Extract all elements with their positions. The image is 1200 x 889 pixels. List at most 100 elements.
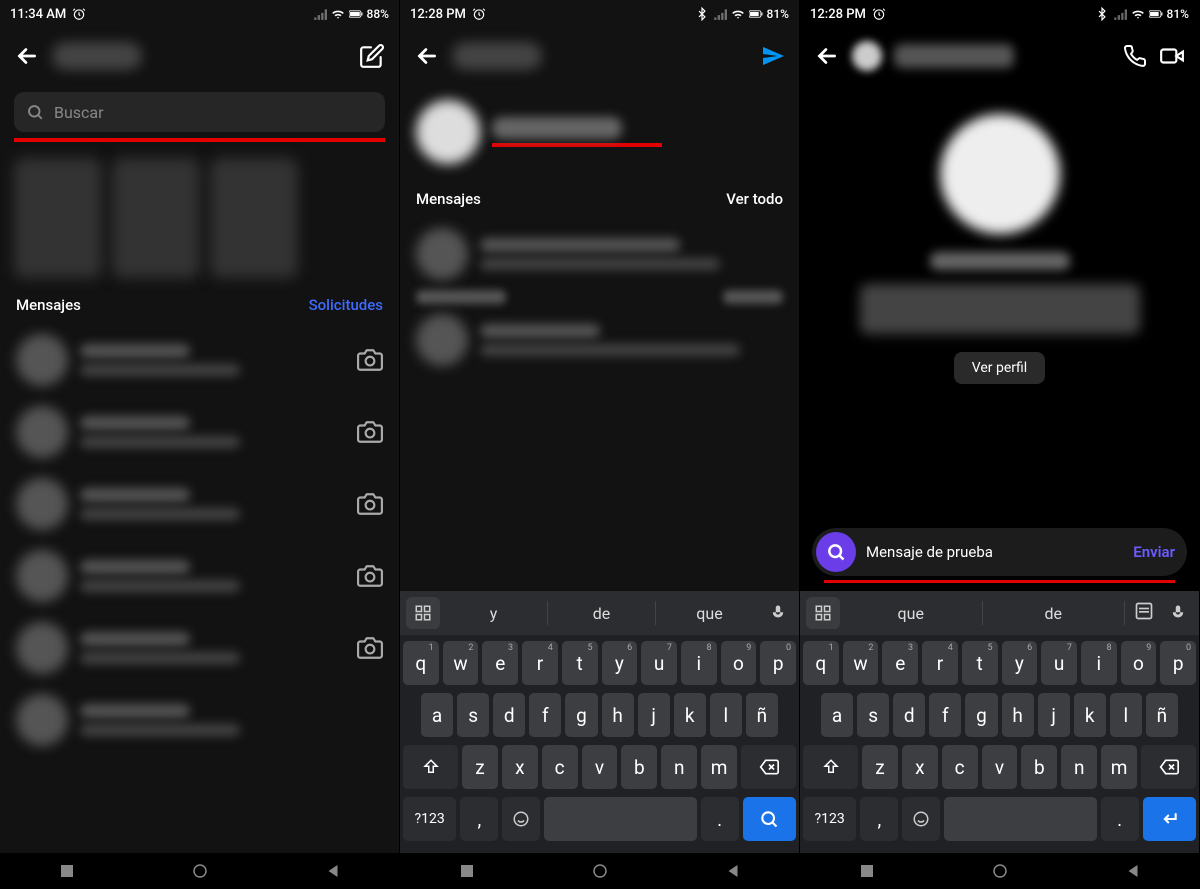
key-enter[interactable] (1143, 797, 1196, 841)
key-w[interactable]: w2 (443, 641, 479, 685)
back-icon[interactable] (814, 43, 840, 69)
key-q[interactable]: q1 (803, 641, 839, 685)
key-w[interactable]: w2 (843, 641, 879, 685)
key-r[interactable]: r4 (522, 641, 558, 685)
video-call-icon[interactable] (1159, 43, 1185, 69)
key-comma[interactable]: , (860, 797, 898, 841)
key-z[interactable]: z (862, 745, 898, 789)
camera-icon[interactable] (357, 635, 383, 661)
nav-back-icon[interactable] (1124, 862, 1142, 880)
key-e[interactable]: e3 (482, 641, 518, 685)
story-item[interactable] (112, 158, 200, 278)
key-shift[interactable] (403, 745, 458, 789)
key-l[interactable]: l (1110, 693, 1142, 737)
back-icon[interactable] (14, 43, 40, 69)
mic-icon[interactable] (1163, 604, 1193, 622)
message-text-field[interactable] (866, 543, 1123, 561)
key-f[interactable]: f (929, 693, 961, 737)
nav-back-icon[interactable] (724, 862, 742, 880)
key-j[interactable]: j (638, 693, 670, 737)
key-u[interactable]: u7 (641, 641, 677, 685)
key-c[interactable]: c (542, 745, 578, 789)
key-dot[interactable]: . (701, 797, 739, 841)
key-backspace[interactable] (741, 745, 796, 789)
key-y[interactable]: y6 (1002, 641, 1038, 685)
key-emoji[interactable] (502, 797, 540, 841)
story-item[interactable] (14, 158, 102, 278)
key-m[interactable]: m (1101, 745, 1137, 789)
nav-home-icon[interactable] (591, 862, 609, 880)
key-o[interactable]: o9 (721, 641, 757, 685)
compose-icon[interactable] (359, 43, 385, 69)
conversation-item[interactable] (0, 396, 399, 468)
suggestion[interactable]: de (550, 598, 653, 629)
key-s[interactable]: s (857, 693, 889, 737)
key-v[interactable]: v (982, 745, 1018, 789)
conversation-item[interactable] (400, 218, 799, 290)
key-b[interactable]: b (621, 745, 657, 789)
key-p[interactable]: p0 (1160, 641, 1196, 685)
key-o[interactable]: o9 (1121, 641, 1157, 685)
suggestion[interactable]: que (842, 598, 980, 629)
key-n[interactable]: n (661, 745, 697, 789)
key-m[interactable]: m (701, 745, 737, 789)
key-g[interactable]: g (965, 693, 997, 737)
account-item[interactable] (400, 304, 799, 376)
call-icon[interactable] (1123, 44, 1147, 68)
chat-username-blurred[interactable] (894, 44, 1014, 68)
camera-icon[interactable] (357, 563, 383, 589)
key-space[interactable] (544, 797, 696, 841)
key-t[interactable]: t5 (962, 641, 998, 685)
key-k[interactable]: k (1074, 693, 1106, 737)
key-shift[interactable] (803, 745, 858, 789)
key-v[interactable]: v (582, 745, 618, 789)
key-space[interactable] (944, 797, 1096, 841)
requests-link[interactable]: Solicitudes (309, 296, 383, 314)
key-dot[interactable]: . (1101, 797, 1139, 841)
key-e[interactable]: e3 (882, 641, 918, 685)
search-query-blurred[interactable] (452, 42, 542, 70)
nav-recent-icon[interactable] (58, 862, 76, 880)
mic-icon[interactable] (763, 604, 793, 622)
chat-avatar[interactable] (852, 41, 882, 71)
key-j[interactable]: j (1038, 693, 1070, 737)
suggestion[interactable]: de (985, 598, 1123, 629)
key-i[interactable]: i8 (681, 641, 717, 685)
conversation-item[interactable] (0, 468, 399, 540)
conversation-item[interactable] (0, 324, 399, 396)
camera-icon[interactable] (357, 419, 383, 445)
view-profile-button[interactable]: Ver perfil (954, 352, 1045, 384)
nav-recent-icon[interactable] (858, 862, 876, 880)
key-emoji[interactable] (902, 797, 940, 841)
key-p[interactable]: p0 (760, 641, 796, 685)
key-u[interactable]: u7 (1041, 641, 1077, 685)
key-symbols[interactable]: ?123 (803, 797, 856, 841)
key-n[interactable]: n (1061, 745, 1097, 789)
story-item[interactable] (210, 158, 298, 278)
conversation-item[interactable] (0, 612, 399, 684)
camera-icon[interactable] (357, 491, 383, 517)
key-a[interactable]: a (421, 693, 453, 737)
suggestion[interactable]: y (442, 598, 545, 629)
account-name-blurred[interactable] (52, 42, 142, 70)
key-d[interactable]: d (893, 693, 925, 737)
key-b[interactable]: b (1021, 745, 1057, 789)
key-a[interactable]: a (821, 693, 853, 737)
conversation-item[interactable] (0, 684, 399, 756)
message-input[interactable]: Enviar (812, 528, 1187, 576)
key-g[interactable]: g (565, 693, 597, 737)
key-q[interactable]: q1 (403, 641, 439, 685)
nav-back-icon[interactable] (324, 862, 342, 880)
key-i[interactable]: i8 (1081, 641, 1117, 685)
key-backspace[interactable] (1141, 745, 1196, 789)
key-y[interactable]: y6 (602, 641, 638, 685)
conversation-item[interactable] (0, 540, 399, 612)
key-x[interactable]: x (902, 745, 938, 789)
top-result[interactable] (400, 84, 799, 180)
search-input[interactable]: Buscar (14, 92, 385, 132)
key-z[interactable]: z (462, 745, 498, 789)
nav-home-icon[interactable] (991, 862, 1009, 880)
camera-icon[interactable] (357, 347, 383, 373)
back-icon[interactable] (414, 43, 440, 69)
key-h[interactable]: h (602, 693, 634, 737)
